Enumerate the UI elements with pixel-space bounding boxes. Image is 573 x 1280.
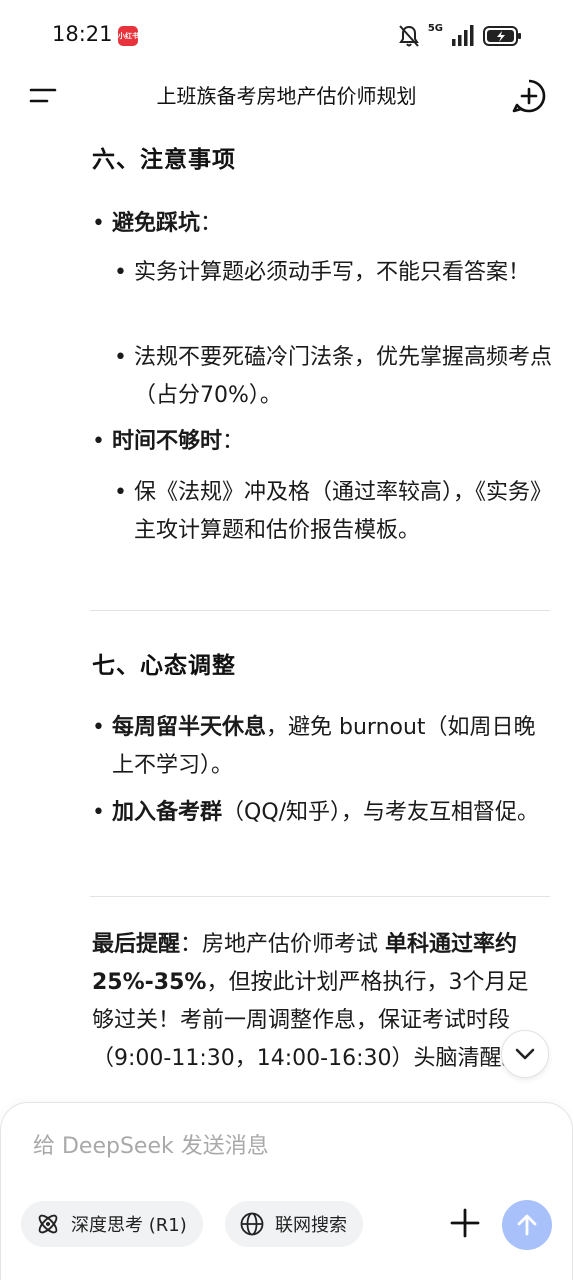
sub-bullet-dot: •: [114, 345, 127, 370]
message-composer: 深度思考 (R1) 联网搜索: [0, 1102, 573, 1280]
item-colon: ：: [200, 211, 223, 236]
globe-icon: [240, 1212, 264, 1236]
status-time: 18:21: [52, 22, 113, 46]
arrow-up-icon: [517, 1214, 537, 1236]
status-bar: 18:21 小红书 5G: [0, 0, 573, 72]
status-icons: 5G: [398, 22, 523, 50]
divider: [90, 896, 550, 897]
section-heading-6: 六、注意事项: [92, 147, 236, 173]
item-bold-text: 加入备考群: [112, 800, 223, 825]
reminder-intro: ：房地产估价师考试: [180, 932, 386, 957]
new-chat-icon[interactable]: [511, 78, 547, 114]
app-notification-badge: 小红书: [118, 26, 138, 46]
network-type-label: 5G: [427, 23, 443, 34]
message-input[interactable]: [33, 1129, 513, 1163]
chat-title[interactable]: 上班族备考房地产估价师规划: [90, 80, 483, 112]
scroll-to-bottom-button[interactable]: [501, 1030, 549, 1078]
list-item: 加入备考群（QQ/知乎），与考友互相督促。: [112, 794, 557, 832]
deep-think-button[interactable]: 深度思考 (R1): [21, 1201, 203, 1247]
sub-bullet-dot: •: [114, 260, 127, 285]
chat-header: 上班族备考房地产估价师规划: [0, 72, 573, 120]
bullet-dot: •: [92, 429, 105, 454]
web-search-button[interactable]: 联网搜索: [225, 1201, 363, 1247]
deep-think-label: 深度思考 (R1): [71, 1215, 187, 1236]
item-text: （QQ/知乎），与考友互相督促。: [222, 800, 540, 825]
bullet-dot: •: [92, 800, 105, 825]
message-content[interactable]: 六、注意事项 • 避免踩坑： • 实务计算题必须动手写，不能只看答案！ • 法规…: [0, 120, 573, 1105]
signal-icon: [452, 25, 474, 46]
bullet-dot: •: [92, 211, 105, 236]
divider: [90, 610, 550, 611]
battery-charging-icon: [483, 26, 521, 46]
sub-list-item: 实务计算题必须动手写，不能只看答案！: [134, 260, 531, 285]
list-item: 避免踩坑：: [112, 205, 557, 243]
reminder-label: 最后提醒: [92, 932, 181, 957]
item-label: 时间不够时: [112, 429, 223, 454]
item-colon: ：: [222, 429, 245, 454]
item-bold-text: 每周留半天休息: [112, 715, 267, 740]
list-item: 每周留半天休息，避免 burnout（如周日晚上不学习）。: [112, 709, 557, 785]
final-reminder: 最后提醒：房地产估价师考试 单科通过率约25%-35%，但按此计划严格执行，3个…: [92, 926, 532, 1078]
sub-list-item: 保《法规》冲及格（通过率较高），《实务》主攻计算题和估价报告模板。: [134, 480, 553, 543]
mute-bell-icon: [398, 25, 419, 47]
list-item: 时间不够时：: [112, 423, 557, 461]
menu-icon[interactable]: [28, 82, 58, 110]
atom-icon: [38, 1214, 58, 1234]
chevron-down-icon: [515, 1048, 535, 1060]
section-heading-7: 七、心态调整: [92, 653, 236, 679]
item-label: 避免踩坑: [112, 211, 201, 236]
web-search-label: 联网搜索: [275, 1215, 347, 1236]
attach-plus-icon[interactable]: [448, 1206, 482, 1240]
sub-bullet-dot: •: [114, 480, 127, 505]
sub-list-item: 法规不要死磕冷门法条，优先掌握高频考点（占分70%）。: [134, 345, 553, 408]
send-button[interactable]: [502, 1200, 552, 1250]
bullet-dot: •: [92, 715, 105, 740]
